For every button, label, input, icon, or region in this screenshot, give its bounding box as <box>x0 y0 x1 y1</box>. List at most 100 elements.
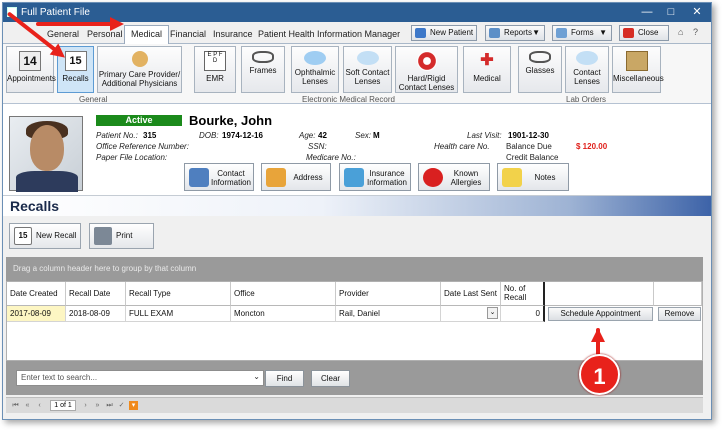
close-button[interactable]: Close <box>619 25 669 41</box>
help-icon[interactable]: ? <box>693 27 698 37</box>
column-header-office[interactable]: Office <box>231 282 336 306</box>
minimize-button[interactable]: — <box>635 5 659 20</box>
column-header-date-last-sent[interactable]: Date Last Sent <box>441 282 501 306</box>
recall-calendar-icon: 15 <box>14 227 32 245</box>
next-page-icon[interactable]: › <box>81 401 90 410</box>
cell-provider[interactable]: Rail, Daniel <box>336 306 441 322</box>
column-header-recall-date[interactable]: Recall Date <box>66 282 126 306</box>
dob-value: 1974-12-16 <box>222 131 263 140</box>
window-title: Full Patient File <box>21 7 90 18</box>
pager-bar: ⏮ « ‹ 1 of 1 › » ⏭ ✓ ▾ <box>6 397 703 413</box>
annotation-arrowhead-medical <box>110 17 124 31</box>
tab-general[interactable]: General <box>44 27 82 41</box>
emr-button[interactable]: E P F D EMR <box>194 46 236 93</box>
filter-icon[interactable]: ▾ <box>129 401 138 410</box>
annotation-arrow-medical <box>36 22 112 26</box>
soft-contact-icon <box>356 51 379 65</box>
group-label-lab: Lab Orders <box>566 95 607 104</box>
column-header-no-of-recall[interactable]: No. of Recall <box>501 282 545 306</box>
last-page-icon[interactable]: ⏭ <box>105 401 114 410</box>
home-icon[interactable]: ⌂ <box>678 27 683 37</box>
next-page-group-icon[interactable]: » <box>93 401 102 410</box>
group-label-general: General <box>79 95 108 104</box>
new-patient-button[interactable]: New Patient <box>411 25 477 41</box>
chevron-down-icon[interactable]: ⌄ <box>253 372 260 381</box>
address-button[interactable]: Address <box>261 163 331 191</box>
group-label-emr: Electronic Medical Record <box>302 95 395 104</box>
find-button[interactable]: Find <box>265 370 304 387</box>
reports-button[interactable]: Reports ▼ <box>485 25 545 41</box>
frames-button[interactable]: Frames <box>241 46 285 93</box>
schedule-appointment-button[interactable]: Schedule Appointment <box>548 307 653 321</box>
patient-number: 315 <box>143 131 157 140</box>
known-allergies-button[interactable]: Known Allergies <box>418 163 490 191</box>
forms-icon <box>556 28 567 38</box>
first-page-icon[interactable]: ⏮ <box>11 401 20 410</box>
sex-value: M <box>373 131 380 140</box>
medical-button[interactable]: ✚ Medical <box>463 46 511 93</box>
balance-due-value: $ 120.00 <box>576 142 608 151</box>
hard-contact-icon <box>416 51 437 71</box>
check-icon[interactable]: ✓ <box>117 401 126 410</box>
close-window-button[interactable]: ✕ <box>685 5 709 20</box>
remove-button[interactable]: Remove <box>658 307 701 321</box>
printer-icon <box>94 227 112 245</box>
cell-recall-type[interactable]: FULL EXAM <box>126 306 231 322</box>
new-recall-button[interactable]: 15 New Recall <box>9 223 81 249</box>
ophthalmic-lenses-button[interactable]: Ophthalmic Lenses <box>291 46 339 93</box>
patient-name: Bourke, John <box>189 113 273 128</box>
forms-button[interactable]: Forms ▼ <box>552 25 612 41</box>
close-icon <box>623 28 634 38</box>
maximize-button[interactable]: □ <box>659 5 683 20</box>
soft-contact-lenses-button[interactable]: Soft Contact Lenses <box>343 46 392 93</box>
search-input[interactable]: Enter text to search... ⌄ <box>16 370 264 386</box>
box-icon <box>625 51 648 71</box>
cell-office[interactable]: Moncton <box>231 306 336 322</box>
insurance-information-button[interactable]: Insurance Information <box>339 163 411 191</box>
contact-lens-icon <box>576 51 598 65</box>
house-icon <box>266 168 286 187</box>
chevron-down-icon: ▼ <box>532 28 540 37</box>
column-header-date-created[interactable]: Date Created <box>7 282 66 306</box>
tab-medical[interactable]: Medical <box>124 25 170 44</box>
contact-information-button[interactable]: Contact Information <box>184 163 254 191</box>
primary-care-provider-button[interactable]: Primary Care Provider/ Additional Physic… <box>97 46 182 93</box>
appointments-button[interactable]: 14 Appointments <box>6 46 56 93</box>
hard-contact-lenses-button[interactable]: Hard/Rigid Contact Lenses <box>395 46 458 93</box>
reports-icon <box>489 28 500 38</box>
tab-phim[interactable]: Patient Health Information Manager <box>255 27 403 41</box>
group-by-bar[interactable]: Drag a column header here to group by th… <box>6 257 703 281</box>
notes-button[interactable]: Notes <box>497 163 569 191</box>
page-indicator[interactable]: 1 of 1 <box>50 400 76 411</box>
cell-no-of-recall[interactable]: 0 <box>501 306 545 322</box>
tab-insurance[interactable]: Insurance <box>210 27 256 41</box>
medical-cross-icon: ✚ <box>480 52 494 69</box>
chevron-down-icon[interactable]: ⌄ <box>487 307 498 319</box>
prev-page-group-icon[interactable]: « <box>23 401 32 410</box>
prev-page-icon[interactable]: ‹ <box>35 401 44 410</box>
glasses-frame-icon <box>252 51 274 63</box>
miscellaneous-button[interactable]: Miscellaneous <box>612 46 664 93</box>
cell-recall-date[interactable]: 2018-08-09 <box>66 306 126 322</box>
notes-icon <box>502 168 522 187</box>
patient-photo <box>9 116 83 192</box>
glasses-icon <box>529 51 551 63</box>
status-badge: Active <box>96 115 182 126</box>
last-visit-value: 1901-12-30 <box>508 131 549 140</box>
print-button[interactable]: Print <box>89 223 154 249</box>
column-header-remove <box>654 282 702 306</box>
cell-date-created[interactable]: 2017-08-09 <box>7 306 66 322</box>
lens-icon <box>304 51 326 65</box>
annotation-callout-1: 1 <box>579 354 620 395</box>
cell-date-last-sent[interactable]: ⌄ <box>441 306 501 322</box>
column-header-provider[interactable]: Provider <box>336 282 441 306</box>
column-header-schedule <box>545 282 654 306</box>
annotation-arrowhead-schedule <box>591 328 605 342</box>
column-header-recall-type[interactable]: Recall Type <box>126 282 231 306</box>
glasses-order-button[interactable]: Glasses <box>518 46 562 93</box>
allergy-icon <box>423 168 443 187</box>
ribbon-toolbar: 14 Appointments 15 Recalls Primary Care … <box>3 44 711 104</box>
contact-lenses-order-button[interactable]: Contact Lenses <box>565 46 609 93</box>
tab-financial[interactable]: Financial <box>167 27 209 41</box>
clear-button[interactable]: Clear <box>311 370 350 387</box>
